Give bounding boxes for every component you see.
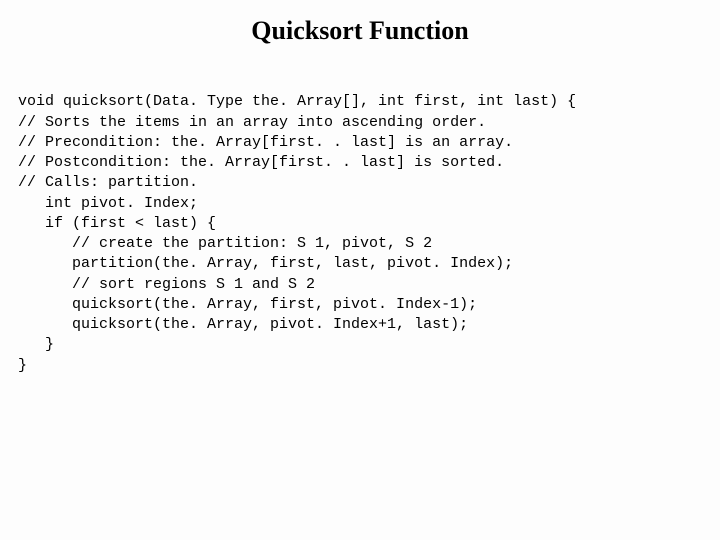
code-line: quicksort(the. Array, first, pivot. Inde…	[18, 296, 477, 313]
code-block: void quicksort(Data. Type the. Array[], …	[18, 72, 702, 396]
code-line: if (first < last) {	[18, 215, 216, 232]
slide-title: Quicksort Function	[18, 16, 702, 46]
code-line: // create the partition: S 1, pivot, S 2	[18, 235, 432, 252]
code-line: // Precondition: the. Array[first. . las…	[18, 134, 513, 151]
code-line: }	[18, 336, 54, 353]
code-line: void quicksort(Data. Type the. Array[], …	[18, 93, 576, 110]
code-line: // Sorts the items in an array into asce…	[18, 114, 486, 131]
code-line: // Calls: partition.	[18, 174, 198, 191]
code-line: // sort regions S 1 and S 2	[18, 276, 315, 293]
code-line: // Postcondition: the. Array[first. . la…	[18, 154, 504, 171]
code-line: }	[18, 357, 27, 374]
code-line: int pivot. Index;	[18, 195, 198, 212]
code-line: quicksort(the. Array, pivot. Index+1, la…	[18, 316, 468, 333]
slide: Quicksort Function void quicksort(Data. …	[0, 0, 720, 540]
code-line: partition(the. Array, first, last, pivot…	[18, 255, 513, 272]
